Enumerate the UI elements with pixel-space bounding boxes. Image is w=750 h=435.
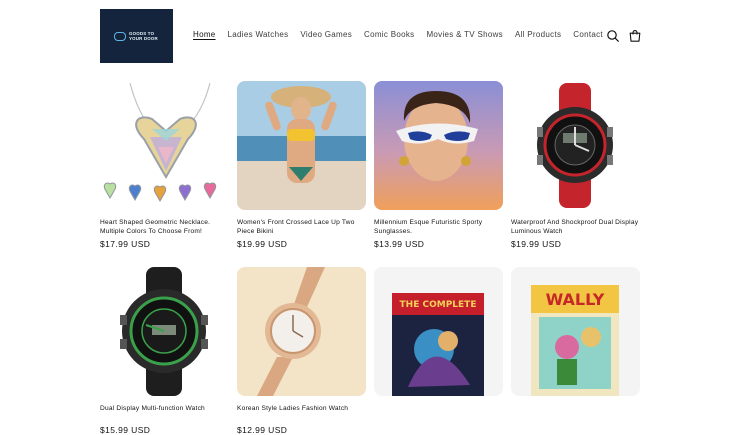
cart-icon[interactable] xyxy=(628,29,642,43)
product-card[interactable]: Korean Style Ladies Fashion Watch $12.99… xyxy=(237,267,366,435)
product-price: $13.99 USD xyxy=(374,239,425,249)
sunglasses-image xyxy=(374,81,503,210)
product-image[interactable]: WALLY xyxy=(511,267,640,396)
comic-cover-image: THE COMPLETE xyxy=(392,293,484,396)
gold-watch-image xyxy=(237,267,366,396)
bikini-image xyxy=(237,81,366,210)
search-icon[interactable] xyxy=(606,29,620,43)
nav-video-games[interactable]: Video Games xyxy=(300,30,352,39)
product-image[interactable] xyxy=(237,81,366,210)
logo-mark-icon xyxy=(114,31,126,41)
product-title[interactable]: Heart Shaped Geometric Necklace. Multipl… xyxy=(100,219,229,236)
product-title[interactable]: Waterproof And Shockproof Dual Display L… xyxy=(511,219,640,236)
product-image[interactable] xyxy=(100,81,229,210)
product-card[interactable]: Women's Front Crossed Lace Up Two Piece … xyxy=(237,81,366,249)
main-nav: Home Ladies Watches Video Games Comic Bo… xyxy=(193,30,615,39)
product-title[interactable]: Korean Style Ladies Fashion Watch xyxy=(237,405,366,422)
product-title[interactable]: Women's Front Crossed Lace Up Two Piece … xyxy=(237,219,366,236)
product-card[interactable]: Millennium Esque Futuristic Sporty Sungl… xyxy=(374,81,503,249)
product-price: $19.99 USD xyxy=(237,239,288,249)
comic-cover-title: THE COMPLETE xyxy=(400,300,477,310)
product-card[interactable]: Dual Display Multi-function Watch $15.99… xyxy=(100,267,229,435)
product-card[interactable]: WALLY xyxy=(511,267,640,396)
product-image[interactable] xyxy=(100,267,229,396)
product-price: $19.99 USD xyxy=(511,239,562,249)
nav-comic-books[interactable]: Comic Books xyxy=(364,30,414,39)
product-image[interactable] xyxy=(237,267,366,396)
red-watch-image xyxy=(537,83,613,208)
comic-cover-image: WALLY xyxy=(531,285,619,396)
product-image[interactable] xyxy=(511,81,640,210)
logo-text: GOODS TO YOUR DOOR xyxy=(129,31,158,41)
product-image[interactable]: THE COMPLETE xyxy=(374,267,503,396)
nav-all-products[interactable]: All Products xyxy=(515,30,561,39)
necklace-image xyxy=(103,82,217,203)
product-card[interactable]: THE COMPLETE xyxy=(374,267,503,396)
product-image[interactable] xyxy=(374,81,503,210)
store-logo[interactable]: GOODS TO YOUR DOOR xyxy=(100,9,173,63)
nav-ladies-watches[interactable]: Ladies Watches xyxy=(228,30,289,39)
product-price: $15.99 USD xyxy=(100,425,151,435)
product-card[interactable]: Heart Shaped Geometric Necklace. Multipl… xyxy=(100,81,229,249)
nav-contact[interactable]: Contact xyxy=(573,30,603,39)
green-watch-image xyxy=(120,267,208,396)
comic-cover-title: WALLY xyxy=(546,290,605,309)
product-price: $12.99 USD xyxy=(237,425,288,435)
nav-movies-tv-shows[interactable]: Movies & TV Shows xyxy=(426,30,503,39)
product-card[interactable]: Waterproof And Shockproof Dual Display L… xyxy=(511,81,640,249)
site-header: GOODS TO YOUR DOOR Home Ladies Watches V… xyxy=(0,0,750,72)
nav-home[interactable]: Home xyxy=(193,30,216,39)
product-title[interactable]: Millennium Esque Futuristic Sporty Sungl… xyxy=(374,219,503,236)
product-title[interactable]: Dual Display Multi-function Watch xyxy=(100,405,229,422)
product-price: $17.99 USD xyxy=(100,239,151,249)
color-swatches xyxy=(103,182,217,203)
